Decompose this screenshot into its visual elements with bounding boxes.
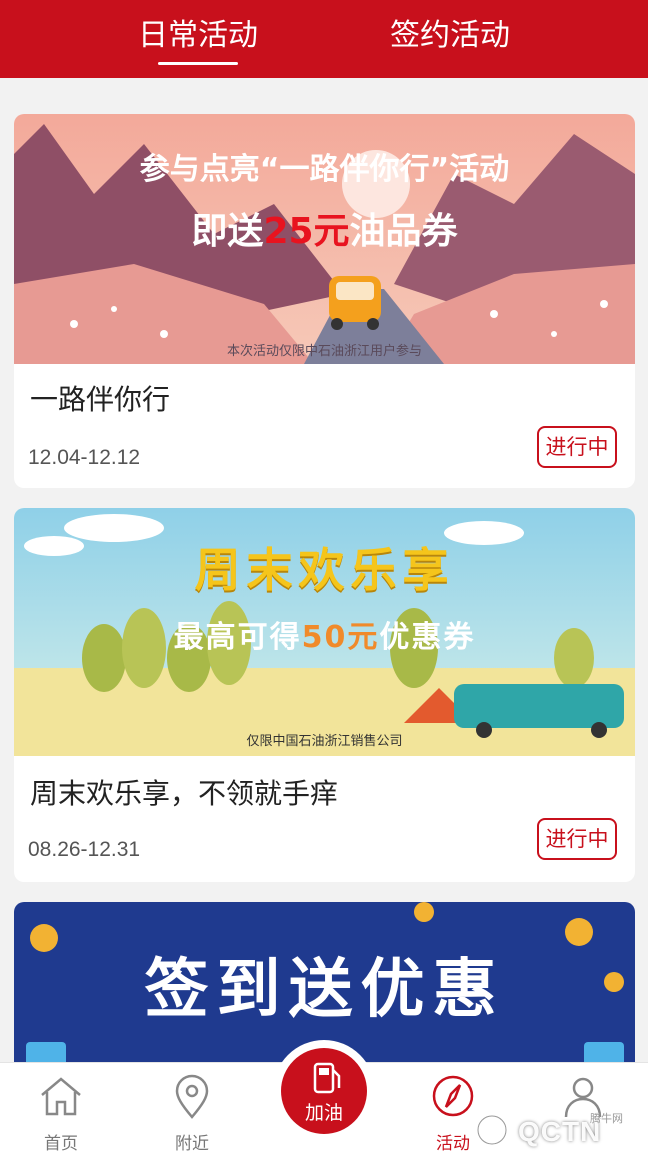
activity-card[interactable]: 周末欢乐享 最高可得50元优惠券 仅限中国石油浙江销售公司 周末欢乐享，不领就手… (14, 508, 635, 882)
watermark-logo-icon (477, 1115, 507, 1145)
banner-subheadline-highlight: 25元 (263, 211, 350, 252)
banner-subheadline-suffix: 优惠券 (379, 620, 476, 655)
banner-footnote: 本次活动仅限中石油浙江用户参与 (226, 344, 422, 359)
top-tab-bar: 日常活动 签约活动 (0, 0, 648, 78)
nav-label: 附近 (175, 1134, 209, 1152)
home-icon (41, 1077, 81, 1116)
banner-subheadline-suffix: 油品券 (349, 211, 458, 252)
status-badge: 进行中 (537, 818, 617, 860)
activity-banner[interactable]: 参与点亮“一路伴你行”活动 即送25元油品券 本次活动仅限中石油浙江用户参与 (14, 114, 635, 364)
fuel-button-inner: 加油 (281, 1048, 367, 1134)
nav-item-nearby[interactable]: 附近 (142, 1071, 242, 1152)
location-pin-icon (175, 1074, 209, 1119)
activity-title: 一路伴你行 (30, 383, 171, 416)
watermark: QCTN 腾牛网 (470, 1110, 640, 1150)
banner-subheadline-prefix: 最高可得 (173, 620, 302, 655)
watermark-text: QCTN (518, 1116, 602, 1147)
banner-subheadline-prefix: 即送 (191, 211, 264, 252)
tab-contract-activities[interactable]: 签约活动 (350, 16, 550, 56)
fuel-button[interactable]: 加油 (273, 1040, 375, 1142)
banner-subheadline: 即送25元油品券 (14, 202, 635, 254)
activity-card[interactable]: 参与点亮“一路伴你行”活动 即送25元油品券 本次活动仅限中石油浙江用户参与 一… (14, 114, 635, 488)
banner-headline: 周末欢乐享 (194, 543, 455, 597)
banner-headline: 参与点亮“一路伴你行”活动 (139, 152, 510, 187)
active-tab-indicator (158, 62, 238, 65)
banner-footnote: 仅限中国石油浙江销售公司 (246, 734, 403, 749)
tab-daily-activities[interactable]: 日常活动 (98, 16, 298, 56)
banner-headline: 签到送优惠 (144, 953, 505, 1027)
status-badge: 进行中 (537, 426, 617, 468)
watermark-small-text: 腾牛网 (590, 1112, 623, 1125)
banner-subheadline: 最高可得50元优惠券 (14, 612, 635, 656)
activity-date-range: 12.04-12.12 (28, 446, 141, 469)
nav-item-home[interactable]: 首页 (11, 1071, 111, 1152)
activity-date-range: 08.26-12.31 (28, 838, 141, 861)
nav-label: 首页 (44, 1134, 78, 1152)
activity-list: 参与点亮“一路伴你行”活动 即送25元油品券 本次活动仅限中石油浙江用户参与 一… (14, 114, 635, 1092)
activity-banner[interactable]: 周末欢乐享 最高可得50元优惠券 仅限中国石油浙江销售公司 (14, 508, 635, 756)
banner-subheadline-highlight: 50元 (301, 620, 380, 655)
fuel-button-label: 加油 (304, 1102, 343, 1124)
activity-title: 周末欢乐享，不领就手痒 (30, 777, 339, 810)
